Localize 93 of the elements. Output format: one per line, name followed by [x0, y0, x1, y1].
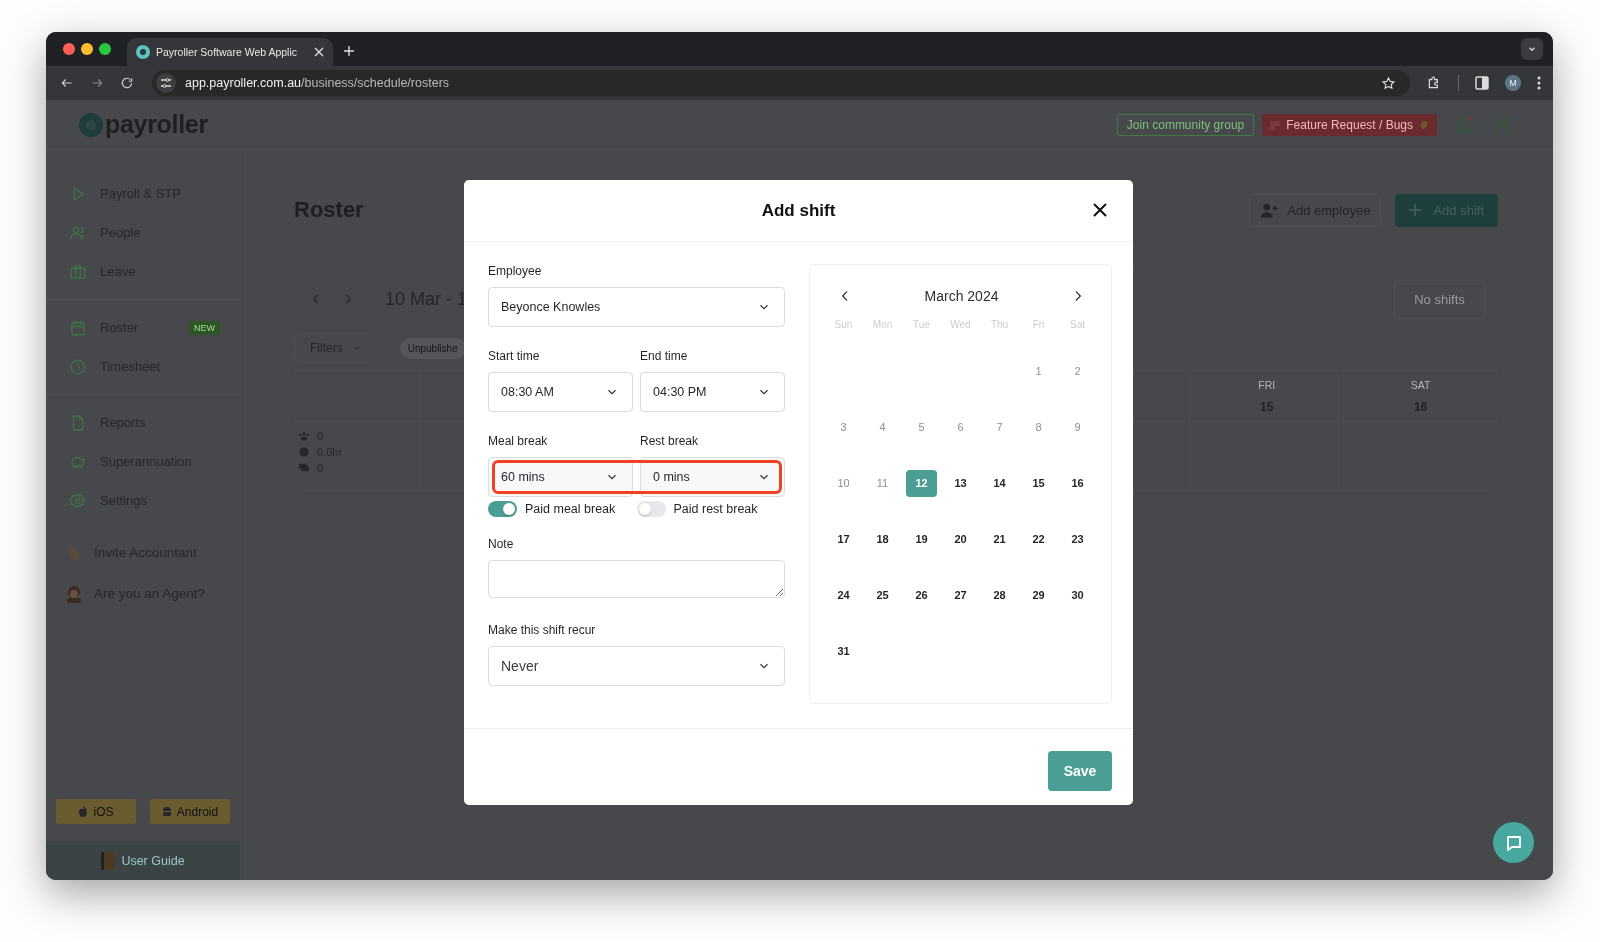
calendar-day[interactable]: 29	[1023, 581, 1054, 609]
field-label: Employee	[488, 264, 543, 278]
calendar-day[interactable]: 30	[1062, 581, 1093, 609]
calendar-day[interactable]: 2	[1062, 357, 1093, 385]
calendar-day[interactable]: 13	[945, 469, 976, 497]
calendar-day[interactable]: 24	[828, 581, 859, 609]
calendar-day[interactable]: 12	[906, 469, 937, 497]
calendar-day[interactable]: 14	[984, 469, 1015, 497]
field-label: Meal break	[488, 434, 549, 448]
status-chip[interactable]: Unpublishe	[399, 337, 466, 359]
plus-icon	[1409, 204, 1422, 216]
calendar-day[interactable]: 9	[1062, 413, 1093, 441]
android-icon	[161, 806, 172, 817]
calendar-day[interactable]: 21	[984, 525, 1015, 553]
employee-select[interactable]: Beyonce Knowles	[488, 287, 785, 327]
calendar-day[interactable]: 11	[867, 469, 898, 497]
calendar-day[interactable]: 8	[1023, 413, 1054, 441]
profile-avatar[interactable]: M	[1505, 75, 1521, 91]
field-label: Make this shift recur	[488, 623, 597, 637]
address-bar[interactable]: app.payroller.com.au/business/schedule/rosters	[152, 70, 1410, 96]
calendar-icon	[69, 318, 87, 337]
person-icon	[65, 584, 83, 603]
no-shifts-button[interactable]: No shifts	[1394, 279, 1485, 319]
logo-icon	[79, 112, 103, 137]
team-icon	[299, 431, 309, 441]
reload-icon[interactable]	[120, 76, 134, 90]
calendar-day[interactable]: 10	[828, 469, 859, 497]
new-badge: NEW	[189, 320, 220, 335]
calendar-day[interactable]: 4	[867, 413, 898, 441]
calendar-day[interactable]: 23	[1062, 525, 1093, 553]
forward-icon[interactable]	[90, 76, 104, 90]
field-label: Rest break	[640, 434, 700, 448]
calendar-day[interactable]: 25	[867, 581, 898, 609]
calendar-day[interactable]: 22	[1023, 525, 1054, 553]
tab-list-button[interactable]	[1521, 38, 1543, 60]
tab-title: Payroller Software Web Applic	[156, 46, 299, 58]
chat-icon	[1504, 833, 1523, 852]
calendar-day[interactable]: 19	[906, 525, 937, 553]
calendar-day[interactable]: 5	[906, 413, 937, 441]
calendar-day[interactable]: 15	[1023, 469, 1054, 497]
dialog-title: Add shift	[761, 200, 836, 221]
weekday-label: SAT	[1410, 378, 1431, 391]
money-icon	[299, 463, 309, 473]
close-window-icon[interactable]	[63, 43, 75, 55]
field-label: Start time	[488, 349, 541, 363]
ios-button[interactable]: iOS	[56, 799, 136, 824]
briefcase-icon	[69, 262, 87, 281]
site-settings-icon[interactable]	[156, 73, 176, 93]
bookmark-star-icon[interactable]	[1381, 75, 1396, 91]
calendar-day[interactable]: 26	[906, 581, 937, 609]
user-guide-link[interactable]: User Guide	[46, 841, 240, 880]
calendar-day[interactable]: 20	[945, 525, 976, 553]
favicon-icon	[136, 45, 150, 59]
save-button[interactable]: Save	[1048, 750, 1112, 791]
calendar-day[interactable]: 6	[945, 413, 976, 441]
back-icon[interactable]	[60, 76, 74, 90]
note-field[interactable]	[488, 560, 785, 598]
calendar-day[interactable]: 27	[945, 581, 976, 609]
calendar-day[interactable]: 7	[984, 413, 1015, 441]
side-panel-icon[interactable]	[1475, 76, 1489, 90]
calendar-day[interactable]: 1	[1023, 357, 1054, 385]
book-icon	[101, 851, 116, 870]
calendar-day[interactable]: 28	[984, 581, 1015, 609]
zoom-window-icon[interactable]	[99, 43, 111, 55]
feature-request-button[interactable]: Feature Request / Bugs	[1262, 113, 1437, 136]
new-tab-icon[interactable]	[343, 45, 355, 57]
time-select[interactable]: 08:30 AM	[488, 372, 633, 412]
toggle-label: Paid meal break	[525, 502, 616, 516]
calendar-day[interactable]: 18	[867, 525, 898, 553]
time-select[interactable]: 04:30 PM	[640, 372, 785, 412]
url-text: app.payroller.com.au/business/schedule/rosters	[185, 76, 450, 90]
more-menu-icon[interactable]	[1537, 76, 1541, 90]
toggle-switch[interactable]	[636, 501, 666, 517]
close-icon[interactable]	[1092, 202, 1108, 218]
weekday-label: FRI	[1258, 378, 1276, 391]
toggle-label: Paid rest break	[673, 502, 758, 516]
apple-icon	[78, 806, 89, 817]
recur-select[interactable]: Never	[488, 646, 785, 686]
month-label: March 2024	[924, 288, 999, 304]
android-button[interactable]: Android	[150, 799, 230, 824]
settings-icon	[69, 491, 87, 510]
calendar-day[interactable]: 31	[828, 637, 859, 665]
calendar-day[interactable]: 3	[828, 413, 859, 441]
calendar-day[interactable]: 17	[828, 525, 859, 553]
browser-tab[interactable]: Payroller Software Web Applic	[127, 38, 333, 66]
calendar-day[interactable]: 16	[1062, 469, 1093, 497]
field-label: Note	[488, 537, 515, 551]
toggle-switch[interactable]	[488, 501, 517, 517]
community-button[interactable]: Join community group	[1116, 113, 1255, 136]
add-person-icon	[1260, 202, 1279, 218]
chat-button[interactable]	[1493, 822, 1534, 863]
field-label: End time	[640, 349, 689, 363]
minimize-window-icon[interactable]	[81, 43, 93, 55]
